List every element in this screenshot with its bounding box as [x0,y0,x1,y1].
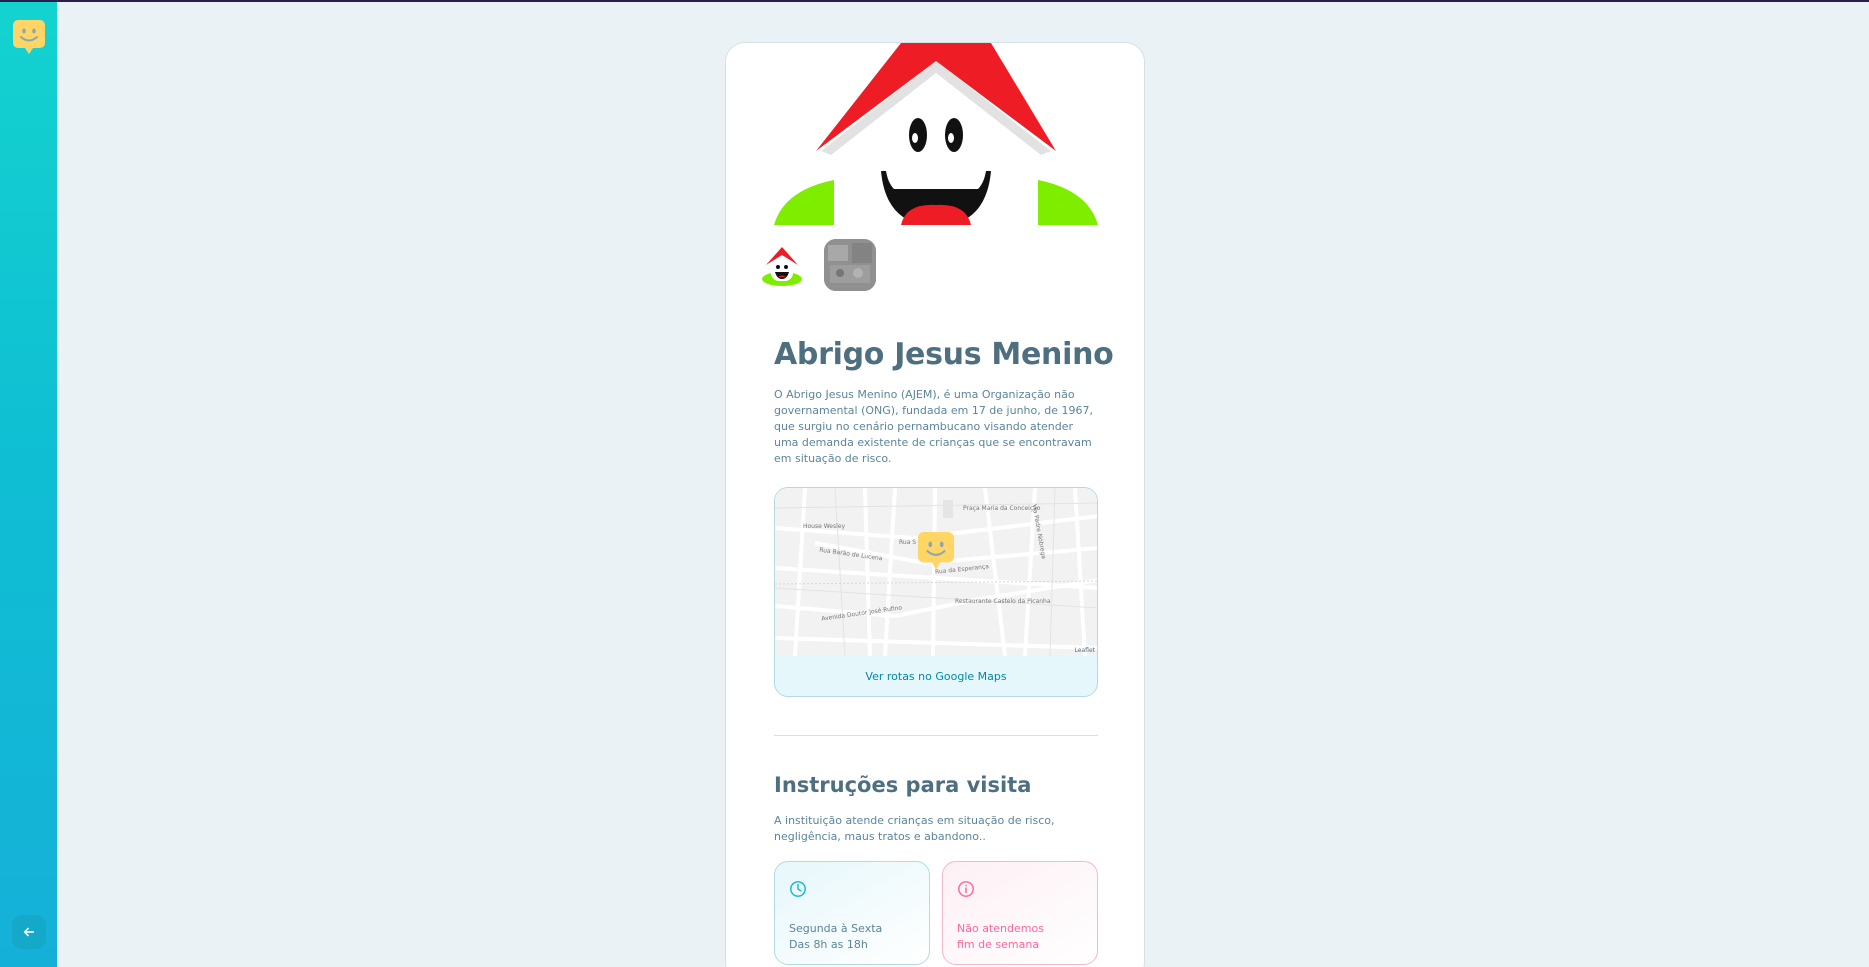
visit-instructions-title: Instruções para visita [774,773,1032,797]
map-attribution[interactable]: Leaflet [1075,647,1095,654]
weekend-notice-line2: fim de semana [957,938,1040,951]
image-thumbnails [756,239,876,291]
happy-face-logo-icon[interactable] [12,18,46,58]
visit-info-row: Segunda à Sexta Das 8h as 18h Não atende… [774,861,1098,965]
map-label: House Wesley [803,523,846,530]
map-label: Rua S [899,539,917,546]
location-map[interactable]: Praça Maria da Conceição House Wesley Ru… [775,488,1097,656]
thumbnail-photo[interactable] [824,239,876,291]
map-container: Praça Maria da Conceição House Wesley Ru… [774,487,1098,697]
orphanage-info: Abrigo Jesus Menino O Abrigo Jesus Menin… [774,335,1114,467]
weekend-notice-card: Não atendemos fim de semana [942,861,1098,965]
sidebar [0,2,57,967]
thumbnail-logo[interactable] [756,239,808,291]
map-marker-icon[interactable] [917,530,955,578]
map-label: Praça Maria da Conceição [963,505,1041,512]
orphanage-name: Abrigo Jesus Menino [774,337,1114,372]
arrow-left-icon [23,927,34,937]
weekend-notice-line1: Não atendemos [957,922,1044,935]
orphanage-description: O Abrigo Jesus Menino (AJEM), é uma Orga… [774,388,1093,465]
divider [774,735,1098,736]
info-icon [958,881,974,897]
map-label: Restaurante Castelo da Picanha [955,598,1051,605]
opening-hours-time: Das 8h as 18h [789,938,868,951]
orphanage-details-card: Abrigo Jesus Menino O Abrigo Jesus Menin… [725,42,1145,967]
orphanage-main-image [726,43,1144,226]
visit-instructions-text: A instituição atende crianças em situaçã… [774,814,1055,843]
opening-hours-days: Segunda à Sexta [789,922,883,935]
clock-icon [790,881,806,897]
opening-hours-card: Segunda à Sexta Das 8h as 18h [774,861,930,965]
google-maps-route-link[interactable]: Ver rotas no Google Maps [775,656,1097,696]
back-button[interactable] [11,915,46,949]
